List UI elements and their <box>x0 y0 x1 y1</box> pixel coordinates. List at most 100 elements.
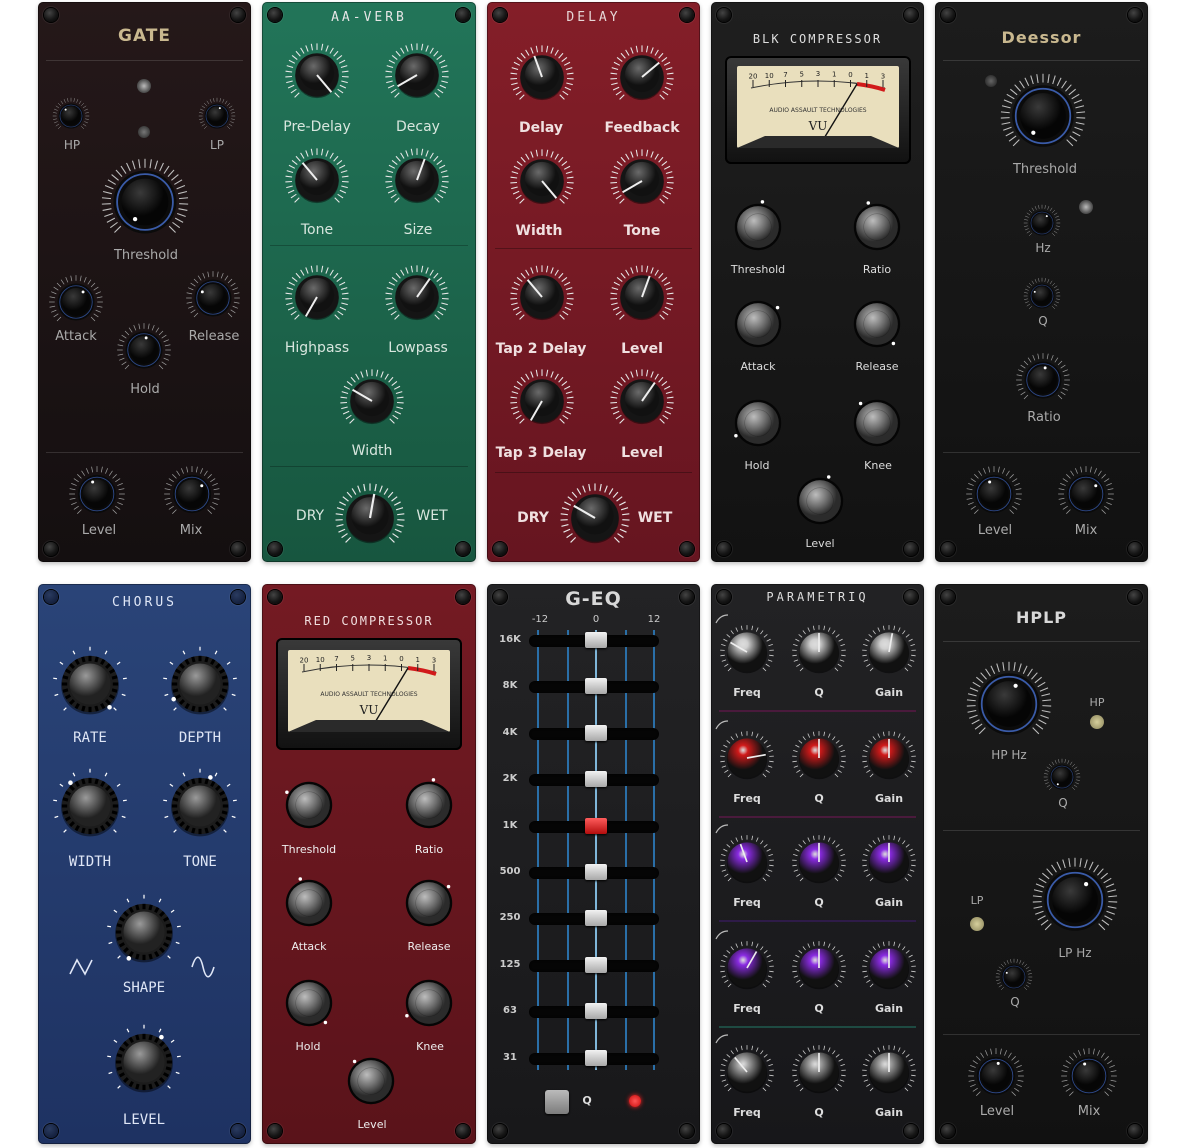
band-slider-thumb[interactable] <box>585 1003 607 1020</box>
hz-knob[interactable] <box>1023 204 1061 242</box>
freq-knob[interactable] <box>719 730 775 786</box>
release-knob[interactable] <box>848 295 906 353</box>
q-knob[interactable] <box>791 834 847 890</box>
ratio-knob[interactable] <box>400 776 458 834</box>
drywet-knob[interactable] <box>559 482 631 554</box>
knee-knob[interactable] <box>848 394 906 452</box>
band-slider-thumb[interactable] <box>585 632 607 648</box>
tap3-delay-knob[interactable] <box>509 368 575 434</box>
q-knob[interactable] <box>791 730 847 786</box>
hplp-module: HPLP HP Hz HP Q LP LP Hz Q Level Mix <box>935 584 1148 1144</box>
link-icon[interactable] <box>137 79 151 93</box>
threshold-knob[interactable] <box>999 72 1087 160</box>
mix-knob[interactable] <box>1057 465 1115 523</box>
q-knob[interactable] <box>1023 277 1061 315</box>
band-slider-thumb[interactable] <box>585 910 607 927</box>
screw <box>904 8 918 22</box>
gain-knob[interactable] <box>861 730 917 786</box>
band-slider-thumb[interactable] <box>585 1049 607 1066</box>
hplp-title: HPLP <box>1015 608 1068 627</box>
screw <box>1128 8 1142 22</box>
level-knob[interactable] <box>965 465 1023 523</box>
attack-knob[interactable] <box>729 295 787 353</box>
aa-verb-title: AA-VERB <box>331 10 407 25</box>
attack-knob[interactable] <box>280 874 338 932</box>
tone-knob[interactable] <box>162 768 238 844</box>
release-knob[interactable] <box>400 874 458 932</box>
gain-knob[interactable] <box>861 834 917 890</box>
freq-knob[interactable] <box>719 940 775 996</box>
tap2-delay-knob[interactable] <box>509 264 575 330</box>
level-knob[interactable] <box>342 1052 400 1110</box>
q-knob[interactable] <box>791 940 847 996</box>
freq-knob[interactable] <box>719 624 775 680</box>
tap2-level-knob[interactable] <box>609 264 675 330</box>
tone-knob[interactable] <box>284 147 350 213</box>
gain-knob[interactable] <box>861 940 917 996</box>
hold-knob[interactable] <box>280 974 338 1032</box>
q-knob[interactable] <box>791 1044 847 1100</box>
q-knob[interactable] <box>791 624 847 680</box>
width-knob[interactable] <box>52 768 128 844</box>
threshold-knob[interactable] <box>280 776 338 834</box>
knee-knob[interactable] <box>400 974 458 1032</box>
level-knob[interactable] <box>68 465 126 523</box>
width-knob[interactable] <box>509 148 575 214</box>
lp-toggle[interactable] <box>970 917 984 931</box>
predelay-knob[interactable] <box>284 42 350 108</box>
ratio-knob[interactable] <box>1015 352 1071 408</box>
band-slider-thumb[interactable] <box>585 817 607 834</box>
band-slider-thumb[interactable] <box>585 956 607 973</box>
q-knob[interactable] <box>995 958 1033 996</box>
lowpass-knob[interactable] <box>384 264 450 330</box>
hold-knob[interactable] <box>116 322 172 378</box>
hp-toggle[interactable] <box>1090 715 1104 729</box>
divider <box>943 60 1140 61</box>
link-icon[interactable] <box>1079 200 1093 214</box>
size-knob[interactable] <box>384 147 450 213</box>
mix-knob[interactable] <box>1060 1047 1118 1105</box>
level-knob[interactable] <box>967 1047 1025 1105</box>
level-knob[interactable] <box>791 472 849 530</box>
band-slider-thumb[interactable] <box>585 771 607 788</box>
lp-hz-knob[interactable] <box>1031 856 1119 944</box>
band-slider-thumb[interactable] <box>585 864 607 880</box>
tap3-level-knob[interactable] <box>609 368 675 434</box>
band-slider-thumb[interactable] <box>585 678 607 695</box>
release-knob[interactable] <box>185 270 241 326</box>
lp-knob[interactable] <box>198 97 236 135</box>
drywet-knob[interactable] <box>334 482 406 554</box>
screw <box>904 542 918 556</box>
gain-knob[interactable] <box>861 1044 917 1100</box>
deessor-module: Deessor Threshold Hz Q Ratio Level Mix <box>935 2 1148 562</box>
rate-knob[interactable] <box>52 646 128 722</box>
feedback-knob[interactable] <box>609 44 675 110</box>
threshold-knob[interactable] <box>100 157 190 247</box>
band-slider-thumb[interactable] <box>585 724 607 741</box>
width-knob[interactable] <box>339 368 405 434</box>
level-knob[interactable] <box>106 1024 182 1100</box>
threshold-knob[interactable] <box>729 198 787 256</box>
hp-knob[interactable] <box>52 97 90 135</box>
q-label: Q <box>814 686 824 699</box>
highpass-knob[interactable] <box>284 264 350 330</box>
shape-knob[interactable] <box>106 894 182 970</box>
wet-label: WET <box>416 508 448 524</box>
hp-hz-knob[interactable] <box>965 660 1053 748</box>
tone-knob[interactable] <box>609 148 675 214</box>
q-button[interactable] <box>545 1090 569 1114</box>
highpass-label: Highpass <box>284 340 350 356</box>
decay-knob[interactable] <box>384 42 450 108</box>
delay-knob[interactable] <box>509 44 575 110</box>
q-knob[interactable] <box>1043 758 1081 796</box>
attack-knob[interactable] <box>48 274 104 330</box>
ratio-knob[interactable] <box>848 198 906 256</box>
freq-knob[interactable] <box>719 1044 775 1100</box>
depth-knob[interactable] <box>162 646 238 722</box>
freq-knob[interactable] <box>719 834 775 890</box>
gain-knob[interactable] <box>861 624 917 680</box>
screw <box>941 1124 955 1138</box>
hold-knob[interactable] <box>729 394 787 452</box>
mix-knob[interactable] <box>163 465 221 523</box>
delay-module: DELAY Delay Feedback Width Tone Tap 2 De… <box>487 2 700 562</box>
